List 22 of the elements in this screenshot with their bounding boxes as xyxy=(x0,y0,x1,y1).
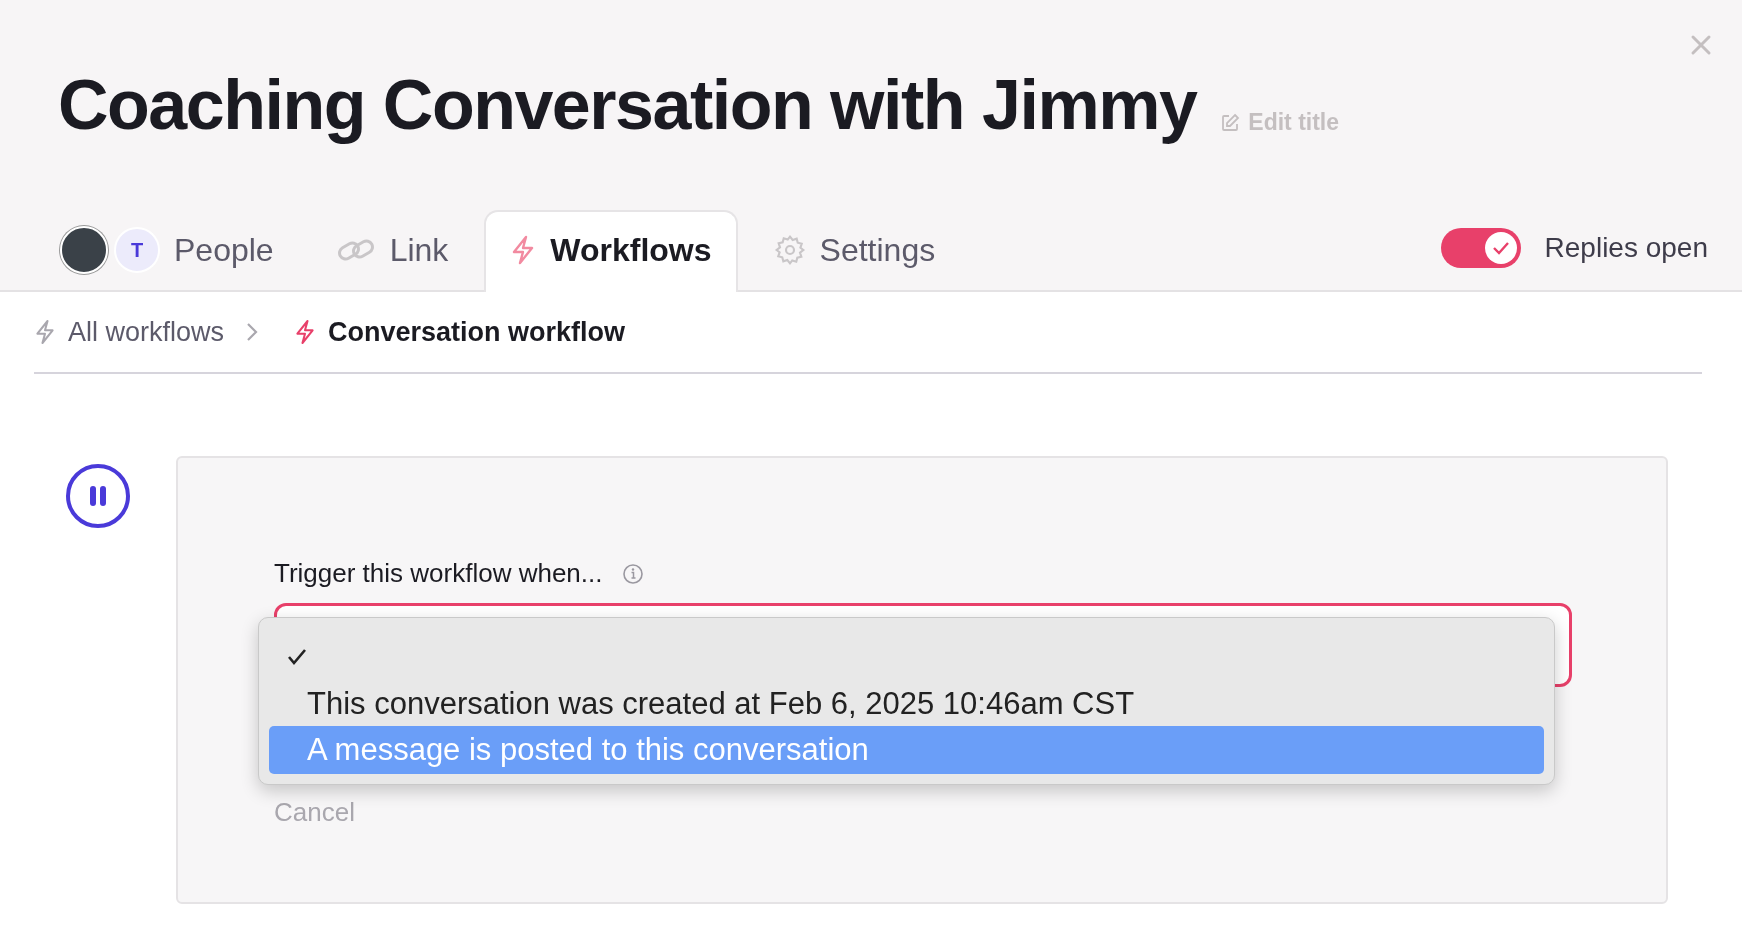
tab[interactable]: Workflows xyxy=(484,210,738,292)
tab[interactable]: Settings xyxy=(747,210,962,292)
breadcrumb-link[interactable]: Conversation workflow xyxy=(294,316,626,348)
edit-icon xyxy=(1220,112,1241,133)
checkmark-icon xyxy=(287,648,307,666)
checkmark-icon xyxy=(1491,241,1510,255)
trigger-label: Trigger this workflow when... xyxy=(274,558,603,589)
breadcrumb-link[interactable]: All workflows xyxy=(34,316,225,348)
replies-label: Replies open xyxy=(1544,232,1708,264)
avatar-photo xyxy=(60,226,108,274)
menu-option[interactable]: This conversation was created at Feb 6, 2025 10:46am CST xyxy=(269,682,1544,726)
lightning-icon xyxy=(34,319,56,345)
tab[interactable]: T People xyxy=(56,210,300,292)
avatar-initial: T xyxy=(114,227,160,273)
info-icon xyxy=(622,562,645,585)
pause-button[interactable] xyxy=(66,464,130,528)
chevron-icon xyxy=(246,322,259,342)
pause-icon xyxy=(88,484,108,508)
replies-toggle[interactable] xyxy=(1440,228,1521,268)
settings-icon xyxy=(773,234,806,266)
tab[interactable]: Link xyxy=(309,210,475,292)
lightning-icon xyxy=(294,319,317,345)
